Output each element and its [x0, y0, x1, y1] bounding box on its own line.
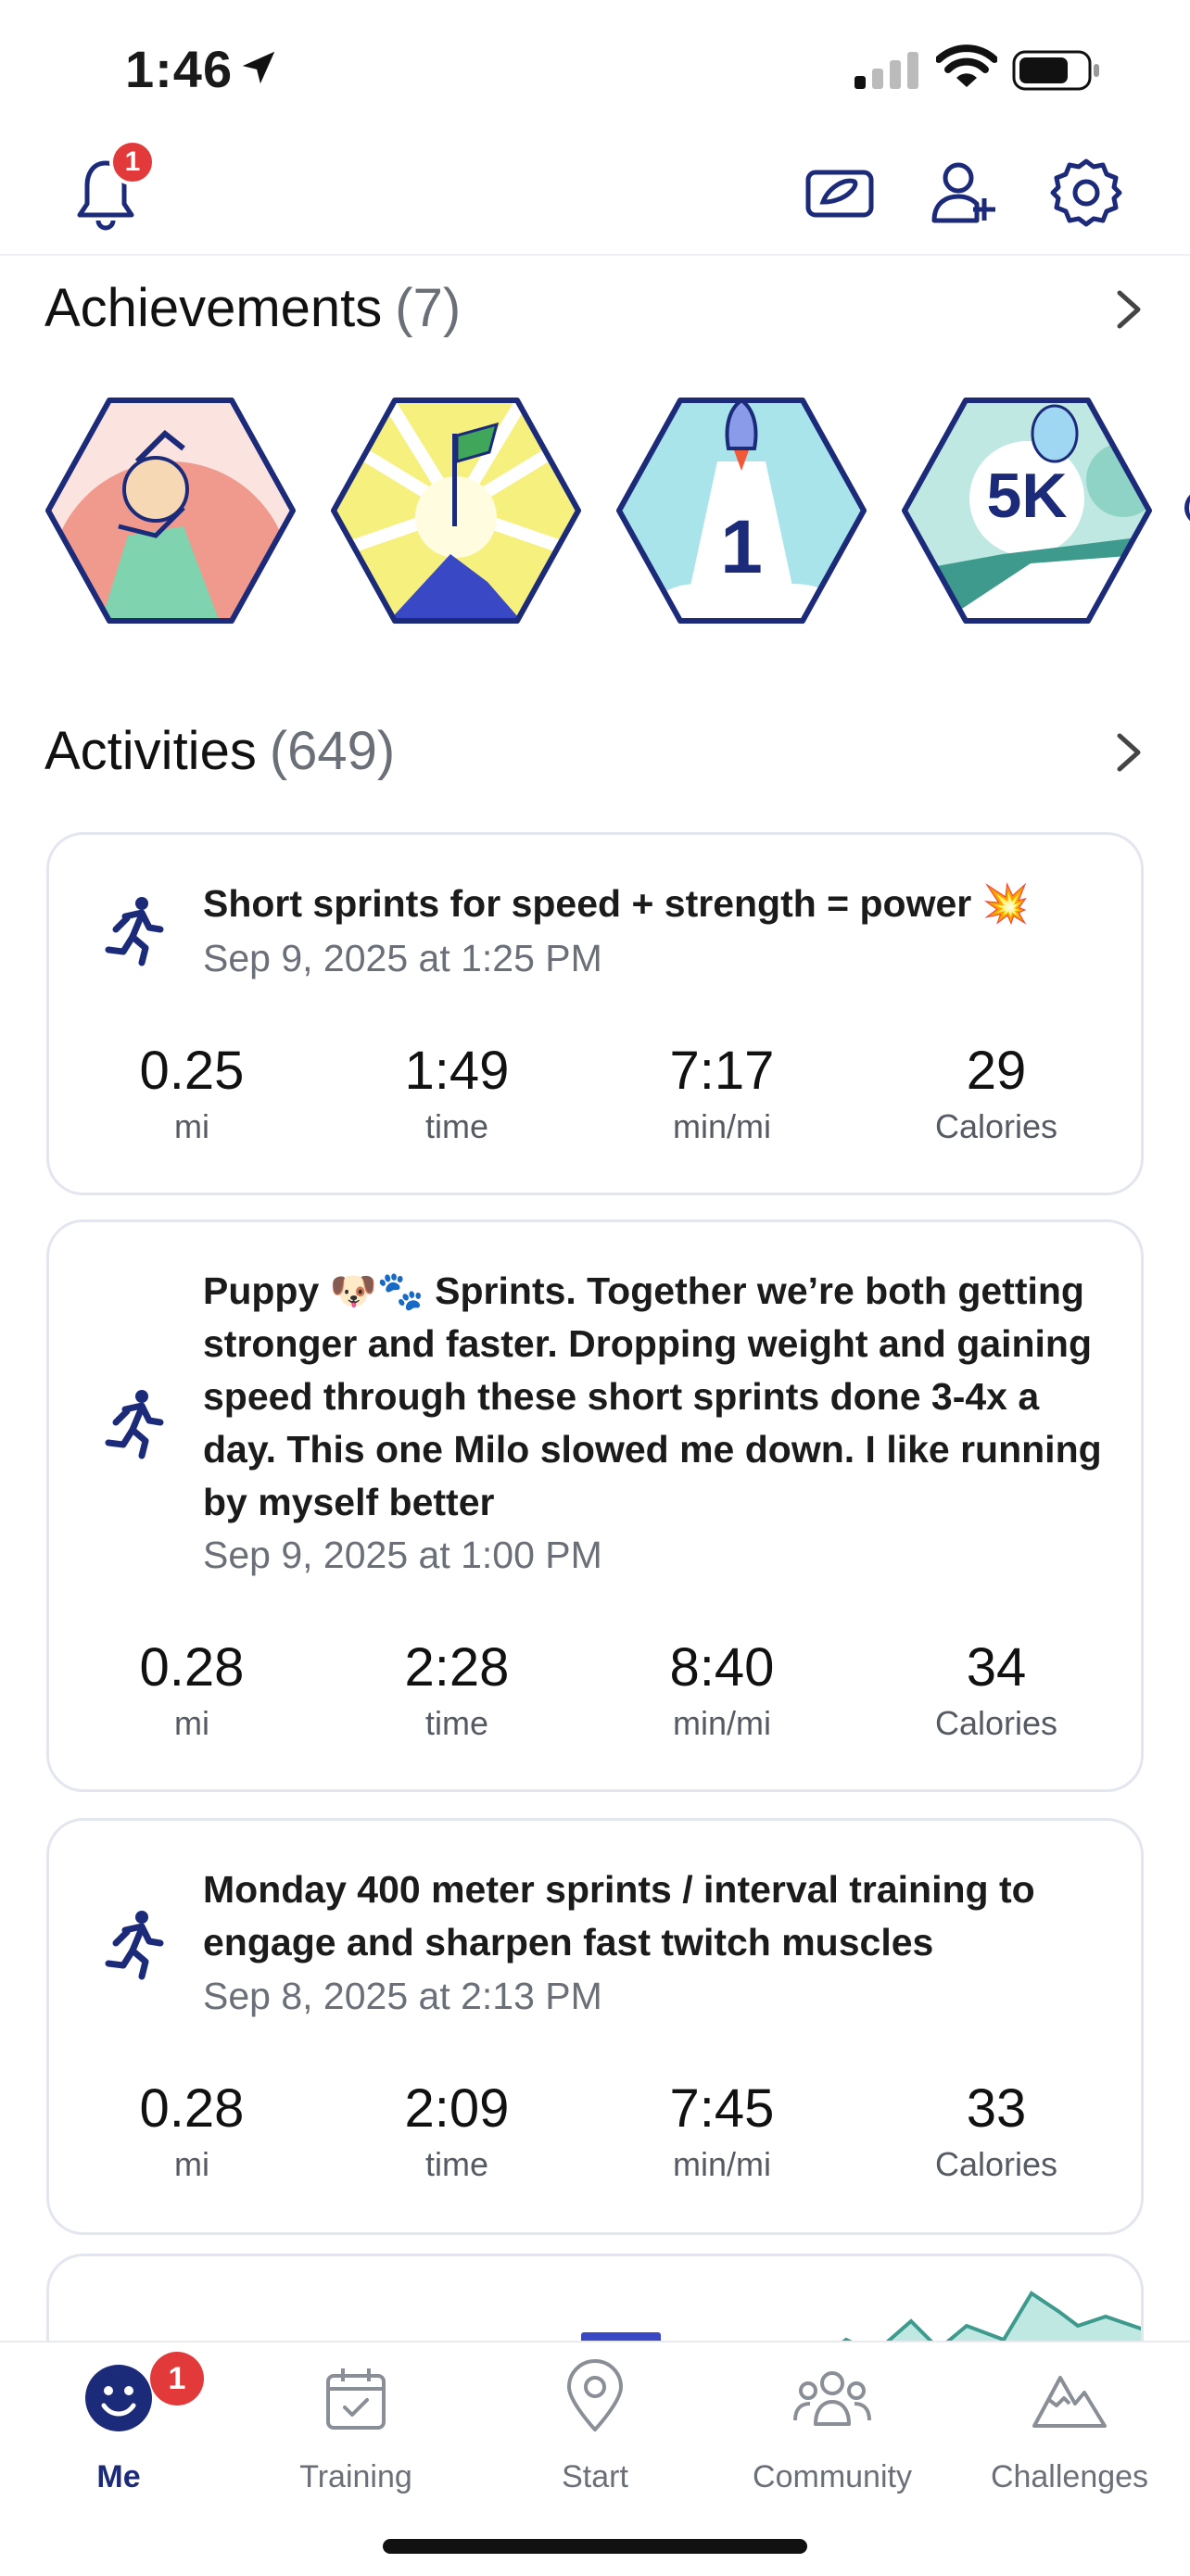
time-stat: 2:09 time: [336, 2078, 577, 2184]
pace-stat: 8:40 min/mi: [601, 1637, 842, 1743]
me-avatar-icon: [85, 2365, 152, 2431]
stat-unit: time: [424, 2145, 488, 2183]
settings-gear-icon[interactable]: [1049, 156, 1123, 230]
me-tab-badge: 1: [150, 2352, 204, 2406]
status-bar: 1:46: [0, 0, 1190, 130]
activity-card[interactable]: Puppy 🐶🐾 Sprints. Together we’re both ge…: [46, 1219, 1144, 1792]
top-navigation: 1: [0, 139, 1190, 256]
activities-count: (649): [269, 720, 396, 781]
celebration-badge-icon[interactable]: [44, 397, 297, 625]
stat-value: 0.28: [139, 2078, 245, 2139]
activity-date: Sep 9, 2025 at 1:25 PM: [203, 937, 602, 979]
achievements-count: (7): [395, 277, 462, 338]
distance-stat: 0.25 mi: [71, 1041, 312, 1146]
add-friend-icon[interactable]: [927, 156, 1001, 230]
activity-card[interactable]: Monday 400 meter sprints / interval trai…: [46, 1818, 1144, 2235]
tab-challenges[interactable]: Challenges: [951, 2342, 1188, 2509]
calendar-check-icon: [326, 2368, 386, 2430]
stat-value: 0.25: [139, 1041, 245, 1101]
stat-value: 7:17: [669, 1041, 775, 1101]
pace-stat: 7:17 min/mi: [601, 1041, 842, 1146]
tab-label: Training: [299, 2459, 412, 2494]
stat-value: 34: [966, 1637, 1027, 1698]
activity-date: Sep 9, 2025 at 1:00 PM: [203, 1534, 602, 1576]
activity-title: Puppy 🐶🐾 Sprints. Together we’re both ge…: [203, 1269, 1102, 1523]
5k-badge-text: 5K: [987, 461, 1068, 531]
activities-title: Activities: [44, 720, 257, 781]
achievements-title: Achievements: [44, 277, 383, 338]
community-people-icon: [793, 2371, 871, 2426]
stat-unit: Calories: [934, 2145, 1058, 2183]
pace-stat: 7:45 min/mi: [601, 2078, 842, 2184]
chevron-right-icon[interactable]: [1112, 287, 1146, 332]
location-arrow-icon: [242, 51, 275, 84]
stat-value: 1:49: [404, 1041, 510, 1101]
stat-unit: time: [424, 1107, 488, 1145]
mountain-icon: [1032, 2376, 1107, 2428]
distance-stat: 0.28 mi: [71, 1637, 312, 1743]
tab-label: Start: [562, 2459, 628, 2494]
home-indicator[interactable]: [383, 2539, 807, 2554]
running-icon: [105, 897, 164, 966]
achievement-badges: 1 5K: [44, 397, 1190, 628]
5k-badge-icon[interactable]: 5K: [901, 397, 1153, 625]
tab-label: Challenges: [990, 2459, 1149, 2494]
calories-stat: 33 Calories: [876, 2078, 1117, 2184]
activity-card[interactable]: Short sprints for speed + strength = pow…: [46, 832, 1144, 1195]
activity-title: Monday 400 meter sprints / interval trai…: [203, 1868, 1035, 1964]
stat-value: 33: [966, 2078, 1027, 2139]
first-rocket-badge-icon[interactable]: 1: [615, 397, 867, 625]
connected-shoe-icon[interactable]: [803, 156, 877, 230]
wifi-icon: [936, 44, 997, 87]
next-badge-peek: [1184, 489, 1190, 526]
running-icon: [105, 1911, 164, 1980]
activity-stats: 0.28 mi 2:09 time 7:45 min/mi 33 Calories: [49, 2078, 1141, 2199]
time-stat: 1:49 time: [336, 1041, 577, 1146]
notification-badge: 1: [109, 139, 156, 185]
stat-unit: mi: [174, 2145, 209, 2183]
stat-unit: min/mi: [673, 2145, 771, 2183]
stat-value: 8:40: [669, 1637, 775, 1698]
stat-unit: Calories: [934, 1704, 1058, 1742]
activity-stats: 0.28 mi 2:28 time 8:40 min/mi 34 Calories: [49, 1637, 1141, 1758]
location-pin-icon: [567, 2359, 623, 2431]
calories-stat: 29 Calories: [876, 1041, 1117, 1146]
activity-title: Short sprints for speed + strength = pow…: [203, 882, 1030, 925]
stat-unit: mi: [174, 1704, 209, 1742]
stat-unit: mi: [174, 1107, 209, 1145]
running-icon: [105, 1390, 164, 1459]
stat-unit: min/mi: [673, 1704, 771, 1742]
stat-value: 2:28: [404, 1637, 510, 1698]
activities-header[interactable]: Activities (649): [44, 713, 1146, 788]
stat-unit: time: [424, 1704, 488, 1742]
status-time: 1:46: [125, 40, 234, 98]
stat-value: 29: [966, 1041, 1027, 1101]
calories-stat: 34 Calories: [876, 1637, 1117, 1743]
stat-value: 7:45: [669, 2078, 775, 2139]
tab-community[interactable]: Community: [714, 2342, 951, 2509]
tab-me[interactable]: 1 Me: [0, 2342, 237, 2509]
stat-value: 0.28: [139, 1637, 245, 1698]
time-stat: 2:28 time: [336, 1637, 577, 1743]
achievements-header[interactable]: Achievements (7): [44, 271, 1146, 345]
cellular-signal-icon: [855, 52, 918, 89]
distance-stat: 0.28 mi: [71, 2078, 312, 2184]
tab-label: Me: [96, 2459, 141, 2494]
activity-stats: 0.25 mi 1:49 time 7:17 min/mi 29 Calories: [49, 1041, 1141, 1161]
tab-label: Community: [753, 2459, 912, 2494]
rocket-badge-number: 1: [720, 505, 763, 589]
tab-training[interactable]: Training: [237, 2342, 475, 2509]
tab-start[interactable]: Start: [476, 2342, 714, 2509]
chevron-right-icon[interactable]: [1112, 730, 1146, 775]
stat-value: 2:09: [404, 2078, 510, 2139]
stat-unit: min/mi: [673, 1107, 771, 1145]
activity-date: Sep 8, 2025 at 2:13 PM: [203, 1975, 602, 2017]
summit-flag-badge-icon[interactable]: [330, 397, 582, 625]
battery-icon: [1012, 50, 1099, 91]
stat-unit: Calories: [934, 1107, 1058, 1145]
